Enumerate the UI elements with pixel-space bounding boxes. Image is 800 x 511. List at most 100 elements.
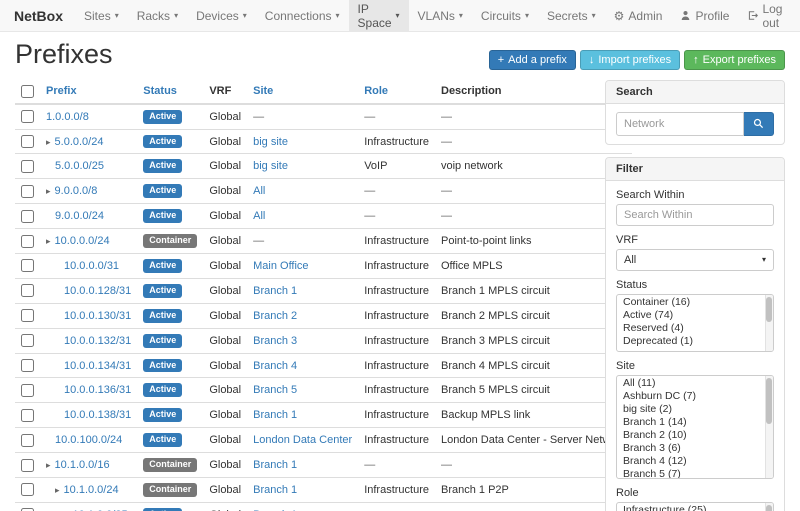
- filter-option[interactable]: Ashburn DC (7): [617, 390, 773, 403]
- scrollbar-thumb[interactable]: [766, 297, 772, 322]
- scrollbar-thumb[interactable]: [766, 378, 772, 424]
- row-checkbox[interactable]: [21, 235, 34, 248]
- row-checkbox[interactable]: [21, 483, 34, 496]
- prefix-link[interactable]: 10.0.0.138/31: [64, 409, 131, 421]
- row-checkbox[interactable]: [21, 110, 34, 123]
- filter-option[interactable]: All (11): [617, 377, 773, 390]
- site-link[interactable]: All: [253, 210, 265, 222]
- row-checkbox[interactable]: [21, 160, 34, 173]
- status-listbox[interactable]: Container (16)Active (74)Reserved (4)Dep…: [616, 294, 774, 352]
- row-checkbox[interactable]: [21, 309, 34, 322]
- site-link[interactable]: big site: [253, 160, 288, 172]
- import-prefixes-button[interactable]: ↓Import prefixes: [580, 50, 680, 70]
- site-link[interactable]: London Data Center: [253, 434, 352, 446]
- filter-option[interactable]: Active (74): [617, 309, 773, 322]
- nav-item-racks[interactable]: Racks▾: [128, 0, 187, 31]
- filter-option[interactable]: Branch 3 (6): [617, 442, 773, 455]
- filter-option[interactable]: Reserved (4): [617, 322, 773, 335]
- site-link[interactable]: Branch 1: [253, 459, 297, 471]
- prefix-link[interactable]: 1.0.0.0/8: [46, 111, 89, 123]
- filter-option[interactable]: big site (2): [617, 403, 773, 416]
- nav-item-vlans[interactable]: VLANs▾: [409, 0, 472, 31]
- prefix-link[interactable]: 10.0.0.0/24: [55, 235, 110, 247]
- role-value: VoIP: [364, 160, 387, 172]
- nav-item-devices[interactable]: Devices▾: [187, 0, 256, 31]
- nav-item-log-out[interactable]: Log out: [738, 0, 792, 31]
- row-checkbox[interactable]: [21, 259, 34, 272]
- site-link[interactable]: Branch 1: [253, 285, 297, 297]
- add-a-prefix-button[interactable]: +Add a prefix: [489, 50, 576, 70]
- row-checkbox[interactable]: [21, 384, 34, 397]
- table-row: ▸10.1.0.0/25ActiveGlobalBranch 1——: [15, 502, 632, 511]
- site-listbox[interactable]: All (11)Ashburn DC (7)big site (2)Branch…: [616, 375, 774, 479]
- scrollbar-thumb[interactable]: [766, 505, 772, 511]
- site-link[interactable]: Branch 5: [253, 384, 297, 396]
- brand-logo[interactable]: NetBox: [8, 0, 75, 31]
- nav-item-circuits[interactable]: Circuits▾: [472, 0, 538, 31]
- filter-option[interactable]: Infrastructure (25): [617, 504, 773, 511]
- nav-item-connections[interactable]: Connections▾: [256, 0, 349, 31]
- filter-option[interactable]: Container (16): [617, 296, 773, 309]
- site-link[interactable]: Main Office: [253, 260, 308, 272]
- filter-option[interactable]: Deprecated (1): [617, 335, 773, 348]
- row-checkbox[interactable]: [21, 334, 34, 347]
- search-input[interactable]: [616, 112, 744, 136]
- nav-item-label: Devices: [196, 9, 239, 23]
- row-checkbox[interactable]: [21, 185, 34, 198]
- prefix-link[interactable]: 10.0.0.128/31: [64, 285, 131, 297]
- prefix-link[interactable]: 10.0.100.0/24: [55, 434, 122, 446]
- site-link[interactable]: big site: [253, 136, 288, 148]
- scrollbar[interactable]: [765, 503, 773, 511]
- hierarchy-caret-icon: ▸: [46, 186, 51, 196]
- prefix-link[interactable]: 5.0.0.0/24: [55, 136, 104, 148]
- prefix-link[interactable]: 10.0.0.132/31: [64, 335, 131, 347]
- site-link[interactable]: Branch 4: [253, 360, 297, 372]
- site-link[interactable]: Branch 3: [253, 335, 297, 347]
- row-checkbox[interactable]: [21, 135, 34, 148]
- site-link[interactable]: Branch 2: [253, 310, 297, 322]
- search-within-input[interactable]: [616, 204, 774, 226]
- nav-item-ip-space[interactable]: IP Space▾: [349, 0, 409, 31]
- prefix-link[interactable]: 10.0.0.0/31: [64, 260, 119, 272]
- row-checkbox[interactable]: [21, 409, 34, 422]
- prefix-link[interactable]: 10.1.0.0/24: [64, 484, 119, 496]
- description-value: Branch 5 MPLS circuit: [441, 384, 550, 396]
- row-checkbox[interactable]: [21, 284, 34, 297]
- prefix-link[interactable]: 10.1.0.0/16: [55, 459, 110, 471]
- row-checkbox[interactable]: [21, 210, 34, 223]
- prefix-link[interactable]: 9.0.0.0/8: [55, 185, 98, 197]
- prefix-link[interactable]: 10.0.0.130/31: [64, 310, 131, 322]
- prefix-link[interactable]: 10.0.0.134/31: [64, 360, 131, 372]
- row-checkbox[interactable]: [21, 459, 34, 472]
- user-icon: [680, 10, 691, 21]
- export-prefixes-button[interactable]: ↑Export prefixes: [684, 50, 785, 70]
- prefix-link[interactable]: 5.0.0.0/25: [55, 160, 104, 172]
- site-link[interactable]: Branch 1: [253, 484, 297, 496]
- prefix-link[interactable]: 10.0.0.136/31: [64, 384, 131, 396]
- vrf-select[interactable]: All ▾: [616, 249, 774, 271]
- column-header-status[interactable]: Status: [137, 80, 203, 104]
- nav-item-admin[interactable]: ⚙Admin: [605, 0, 672, 31]
- scrollbar[interactable]: [765, 376, 773, 478]
- nav-item-profile[interactable]: Profile: [671, 0, 738, 31]
- filter-option[interactable]: Branch 5 (7): [617, 468, 773, 479]
- row-checkbox[interactable]: [21, 359, 34, 372]
- column-header-site[interactable]: Site: [247, 80, 358, 104]
- column-header-prefix[interactable]: Prefix: [40, 80, 137, 104]
- filter-option[interactable]: Branch 4 (12): [617, 455, 773, 468]
- filter-option[interactable]: Branch 2 (10): [617, 429, 773, 442]
- select-all-checkbox[interactable]: [21, 85, 34, 98]
- column-header-role[interactable]: Role: [358, 80, 435, 104]
- role-listbox[interactable]: Infrastructure (25)Management (8)Private…: [616, 502, 774, 511]
- nav-item-sites[interactable]: Sites▾: [75, 0, 128, 31]
- nav-item-secrets[interactable]: Secrets▾: [538, 0, 605, 31]
- filter-option[interactable]: Branch 1 (14): [617, 416, 773, 429]
- site-link[interactable]: All: [253, 185, 265, 197]
- search-button[interactable]: [744, 112, 774, 136]
- prefix-link[interactable]: 9.0.0.0/24: [55, 210, 104, 222]
- button-label: Export prefixes: [703, 54, 776, 66]
- chevron-down-icon: ▾: [525, 12, 529, 20]
- row-checkbox[interactable]: [21, 434, 34, 447]
- site-link[interactable]: Branch 1: [253, 409, 297, 421]
- scrollbar[interactable]: [765, 295, 773, 351]
